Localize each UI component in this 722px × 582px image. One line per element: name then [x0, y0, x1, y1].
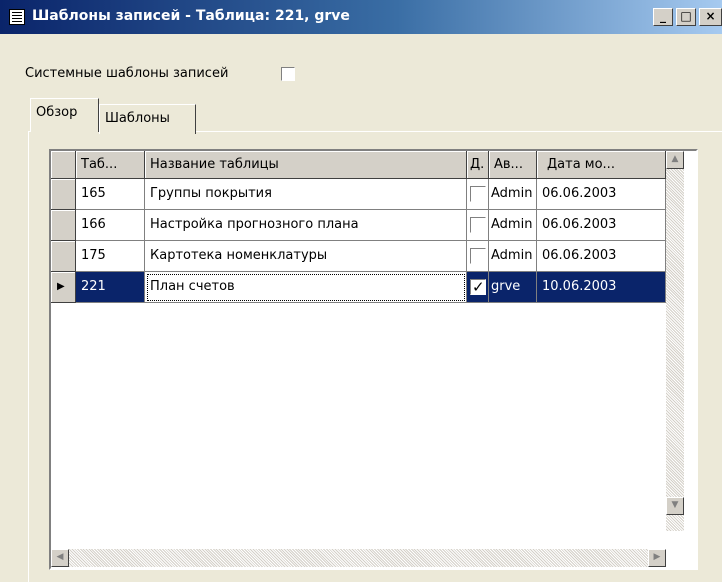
column-header-date[interactable]: Дата мо...	[537, 151, 666, 179]
table-row-name[interactable]: План счетов	[145, 272, 467, 303]
scroll-right-icon[interactable]: ▶	[648, 549, 666, 567]
table-row-flag[interactable]	[467, 241, 489, 272]
table-row-name[interactable]: Картотека номенклатуры	[145, 241, 467, 272]
table-row-id[interactable]: 221	[76, 272, 145, 303]
tab-overview[interactable]: Обзор	[30, 98, 99, 132]
system-templates-checkbox[interactable]	[281, 67, 295, 81]
row-indicator-header	[51, 151, 76, 179]
close-button[interactable]: ×	[699, 8, 722, 26]
row-checkbox[interactable]	[470, 186, 486, 202]
row-indicator[interactable]	[51, 210, 76, 241]
current-row-arrow-icon[interactable]: ▶	[51, 272, 76, 303]
table-row-date[interactable]: 06.06.2003	[537, 210, 666, 241]
table-row-author[interactable]: grve	[489, 272, 537, 303]
scroll-up-icon[interactable]: ▲	[666, 151, 684, 169]
tab-templates-label: Шаблоны	[105, 111, 170, 126]
column-header-name[interactable]: Название таблицы	[145, 151, 467, 179]
tab-overview-label: Обзор	[36, 105, 78, 120]
window-title: Шаблоны записей - Таблица: 221, grve	[32, 8, 350, 24]
column-header-flag[interactable]: Д.	[467, 151, 489, 179]
table-row-date[interactable]: 10.06.2003	[537, 272, 666, 303]
table-row-author[interactable]: Admin	[489, 179, 537, 210]
table-row-id[interactable]: 166	[76, 210, 145, 241]
table-row-flag[interactable]	[467, 272, 489, 303]
vertical-scrollbar[interactable]: ▲ ▼	[666, 151, 684, 531]
table-row-author[interactable]: Admin	[489, 210, 537, 241]
table-row-date[interactable]: 06.06.2003	[537, 241, 666, 272]
scroll-down-icon[interactable]: ▼	[666, 497, 684, 515]
title-bar[interactable]: Шаблоны записей - Таблица: 221, grve _ □…	[0, 0, 722, 34]
system-templates-label: Системные шаблоны записей	[25, 66, 229, 81]
minimize-button[interactable]: _	[653, 8, 673, 26]
table-row-name[interactable]: Настройка прогнозного плана	[145, 210, 467, 241]
row-indicator[interactable]	[51, 241, 76, 272]
scroll-left-icon[interactable]: ◀	[51, 549, 69, 567]
row-indicator[interactable]	[51, 179, 76, 210]
table-row-name[interactable]: Группы покрытия	[145, 179, 467, 210]
table-row-id[interactable]: 165	[76, 179, 145, 210]
records-templates-window: Шаблоны записей - Таблица: 221, grve _ □…	[0, 0, 722, 582]
templates-grid[interactable]: Таб... Название таблицы Д. Ав... Дата мо…	[49, 149, 698, 570]
tab-templates[interactable]: Шаблоны	[99, 104, 196, 134]
row-checkbox-checked[interactable]	[470, 272, 486, 302]
table-row-author[interactable]: Admin	[489, 241, 537, 272]
maximize-button[interactable]: □	[676, 8, 696, 26]
table-row-id[interactable]: 175	[76, 241, 145, 272]
row-checkbox[interactable]	[470, 217, 486, 233]
column-header-table[interactable]: Таб...	[76, 151, 145, 179]
table-row-flag[interactable]	[467, 179, 489, 210]
row-checkbox[interactable]	[470, 248, 486, 264]
horizontal-scrollbar[interactable]: ◀ ▶	[51, 549, 666, 567]
table-row-date[interactable]: 06.06.2003	[537, 179, 666, 210]
column-header-author[interactable]: Ав...	[489, 151, 537, 179]
table-row-flag[interactable]	[467, 210, 489, 241]
window-table-icon	[9, 9, 25, 25]
